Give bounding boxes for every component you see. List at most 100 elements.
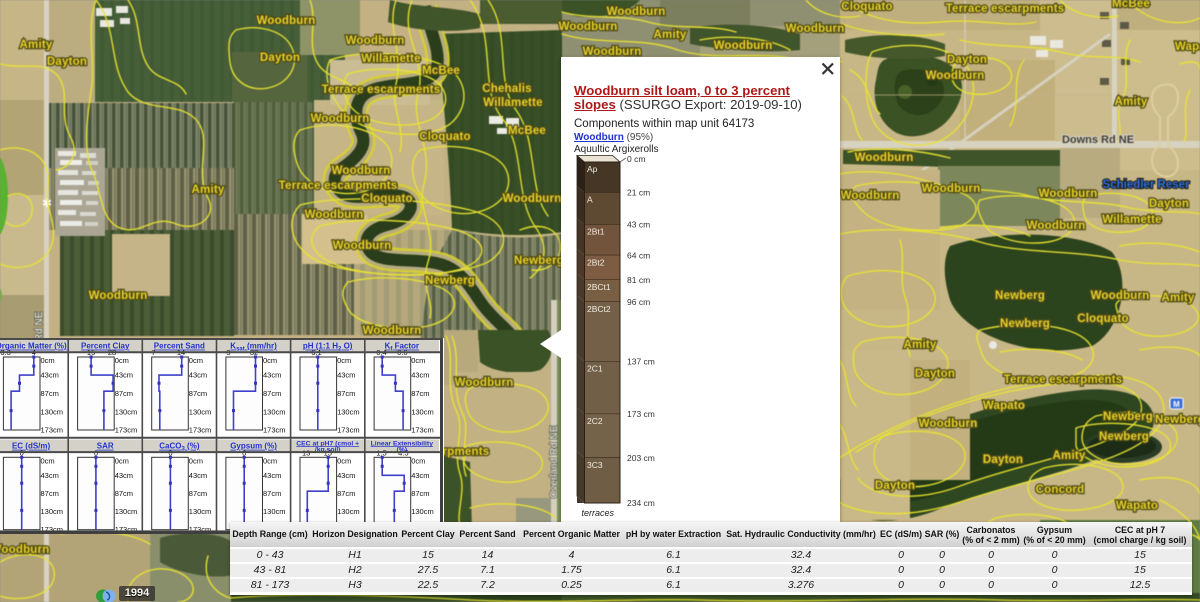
svg-text:Schiedler Reser: Schiedler Reser — [1103, 179, 1190, 191]
svg-text:87cm: 87cm — [337, 489, 355, 498]
svg-text:87cm: 87cm — [411, 389, 429, 398]
svg-text:Dayton: Dayton — [1149, 198, 1189, 210]
svg-text:Woodburn: Woodburn — [346, 35, 405, 47]
svg-text:Newberg: Newberg — [1000, 318, 1050, 330]
svg-text:87cm: 87cm — [41, 389, 59, 398]
svg-text:Newberg: Newberg — [514, 255, 564, 267]
svg-text:21 cm: 21 cm — [627, 188, 650, 198]
svg-text:Amity: Amity — [1162, 292, 1195, 304]
svg-text:2C2: 2C2 — [587, 416, 603, 426]
svg-text:2BCt2: 2BCt2 — [587, 304, 611, 314]
svg-text:2Bt2: 2Bt2 — [587, 257, 605, 267]
svg-text:Woodburn: Woodburn — [0, 544, 49, 556]
svg-text:Woodburn: Woodburn — [926, 70, 985, 82]
svg-text:Woodburn: Woodburn — [1039, 188, 1098, 200]
svg-text:Woodburn: Woodburn — [1091, 290, 1150, 302]
svg-text:3C3: 3C3 — [587, 460, 603, 470]
svg-text:Amity: Amity — [654, 29, 687, 41]
svg-text:0cm: 0cm — [263, 456, 277, 465]
svg-text:137 cm: 137 cm — [627, 357, 655, 367]
svg-text:Woodburn: Woodburn — [559, 21, 618, 33]
svg-text:234 cm: 234 cm — [627, 498, 655, 508]
svg-text:Newberg: Newberg — [425, 275, 475, 287]
svg-text:43cm: 43cm — [115, 471, 133, 480]
svg-text:87cm: 87cm — [263, 389, 281, 398]
svg-text:64 cm: 64 cm — [627, 250, 650, 260]
svg-text:Woodburn: Woodburn — [919, 418, 978, 430]
svg-text:43cm: 43cm — [189, 471, 207, 480]
svg-text:Woodburn: Woodburn — [332, 165, 391, 177]
svg-text:87cm: 87cm — [189, 389, 207, 398]
svg-text:Newberg: Newberg — [1155, 414, 1200, 426]
svg-text:Terrace escarpments: Terrace escarpments — [1004, 374, 1123, 386]
svg-text:2C1: 2C1 — [587, 364, 603, 374]
svg-text:81 cm: 81 cm — [627, 275, 650, 285]
svg-text:43cm: 43cm — [263, 471, 281, 480]
svg-text:87cm: 87cm — [115, 489, 133, 498]
svg-text:203 cm: 203 cm — [627, 453, 655, 463]
svg-text:M: M — [1173, 400, 1180, 409]
svg-text:Downs Rd NE: Downs Rd NE — [1062, 134, 1134, 146]
svg-text:0cm: 0cm — [115, 356, 129, 365]
svg-text:Cloquato: Cloquato — [841, 1, 892, 13]
svg-text:0cm: 0cm — [41, 456, 55, 465]
svg-text:0cm: 0cm — [189, 456, 203, 465]
svg-text:Wapato: Wapato — [1175, 41, 1200, 53]
svg-text:Woodburn: Woodburn — [1027, 220, 1086, 232]
svg-text:Amity: Amity — [904, 339, 937, 351]
svg-text:Woodburn: Woodburn — [305, 209, 364, 221]
svg-text:2Bt1: 2Bt1 — [587, 227, 605, 237]
svg-text:Newberg: Newberg — [995, 290, 1045, 302]
svg-text:173cm: 173cm — [337, 426, 360, 435]
svg-text:130cm: 130cm — [337, 407, 360, 416]
svg-text:130cm: 130cm — [411, 507, 434, 516]
svg-text:Willamette: Willamette — [361, 53, 420, 65]
svg-text:173cm: 173cm — [189, 426, 212, 435]
svg-text:43cm: 43cm — [411, 371, 429, 380]
svg-text:87cm: 87cm — [337, 389, 355, 398]
svg-text:0 cm: 0 cm — [627, 154, 645, 164]
svg-text:96 cm: 96 cm — [627, 297, 650, 307]
svg-text:Dayton: Dayton — [915, 368, 955, 380]
svg-text:87cm: 87cm — [411, 489, 429, 498]
svg-text:Newberg: Newberg — [1103, 411, 1153, 423]
svg-text:Cloquato: Cloquato — [1077, 313, 1128, 325]
svg-text:87cm: 87cm — [115, 389, 133, 398]
svg-text:SAR: SAR — [97, 442, 114, 451]
svg-text:McBee: McBee — [508, 125, 546, 137]
svg-text:43 cm: 43 cm — [627, 220, 650, 230]
svg-text:43cm: 43cm — [115, 371, 133, 380]
svg-text:Dayton: Dayton — [47, 56, 87, 68]
svg-text:0cm: 0cm — [263, 356, 277, 365]
svg-text:Woodburn: Woodburn — [89, 290, 148, 302]
svg-text:Concord: Concord — [1036, 484, 1085, 496]
svg-text:McBee: McBee — [1112, 0, 1150, 10]
svg-text:Willamette: Willamette — [483, 97, 542, 109]
svg-text:43cm: 43cm — [337, 471, 355, 480]
svg-text:2BCt1: 2BCt1 — [587, 282, 611, 292]
svg-text:0cm: 0cm — [189, 356, 203, 365]
svg-text:0cm: 0cm — [337, 356, 351, 365]
svg-text:Ap: Ap — [587, 164, 598, 174]
svg-text:Cloquato: Cloquato — [361, 193, 412, 205]
svg-text:Woodburn: Woodburn — [714, 40, 773, 52]
svg-text:Cloquato: Cloquato — [419, 131, 470, 143]
svg-text:Dayton: Dayton — [947, 54, 987, 66]
svg-text:43cm: 43cm — [411, 471, 429, 480]
svg-text:Dayton: Dayton — [983, 454, 1023, 466]
svg-text:Amity: Amity — [192, 184, 225, 196]
svg-text:Newberg: Newberg — [1099, 431, 1149, 443]
svg-text:Amity: Amity — [1053, 450, 1086, 462]
svg-text:Woodburn: Woodburn — [786, 23, 845, 35]
svg-text:Dayton: Dayton — [260, 52, 300, 64]
svg-text:130cm: 130cm — [189, 507, 212, 516]
svg-text:87cm: 87cm — [41, 489, 59, 498]
svg-text:Amity: Amity — [1115, 96, 1148, 108]
svg-text:130cm: 130cm — [337, 507, 360, 516]
svg-text:43cm: 43cm — [263, 371, 281, 380]
svg-text:0cm: 0cm — [115, 456, 129, 465]
svg-text:Woodburn: Woodburn — [257, 15, 316, 27]
svg-text:Woodburn: Woodburn — [841, 190, 900, 202]
svg-text:173cm: 173cm — [411, 426, 434, 435]
svg-text:Woodburn: Woodburn — [503, 193, 562, 205]
